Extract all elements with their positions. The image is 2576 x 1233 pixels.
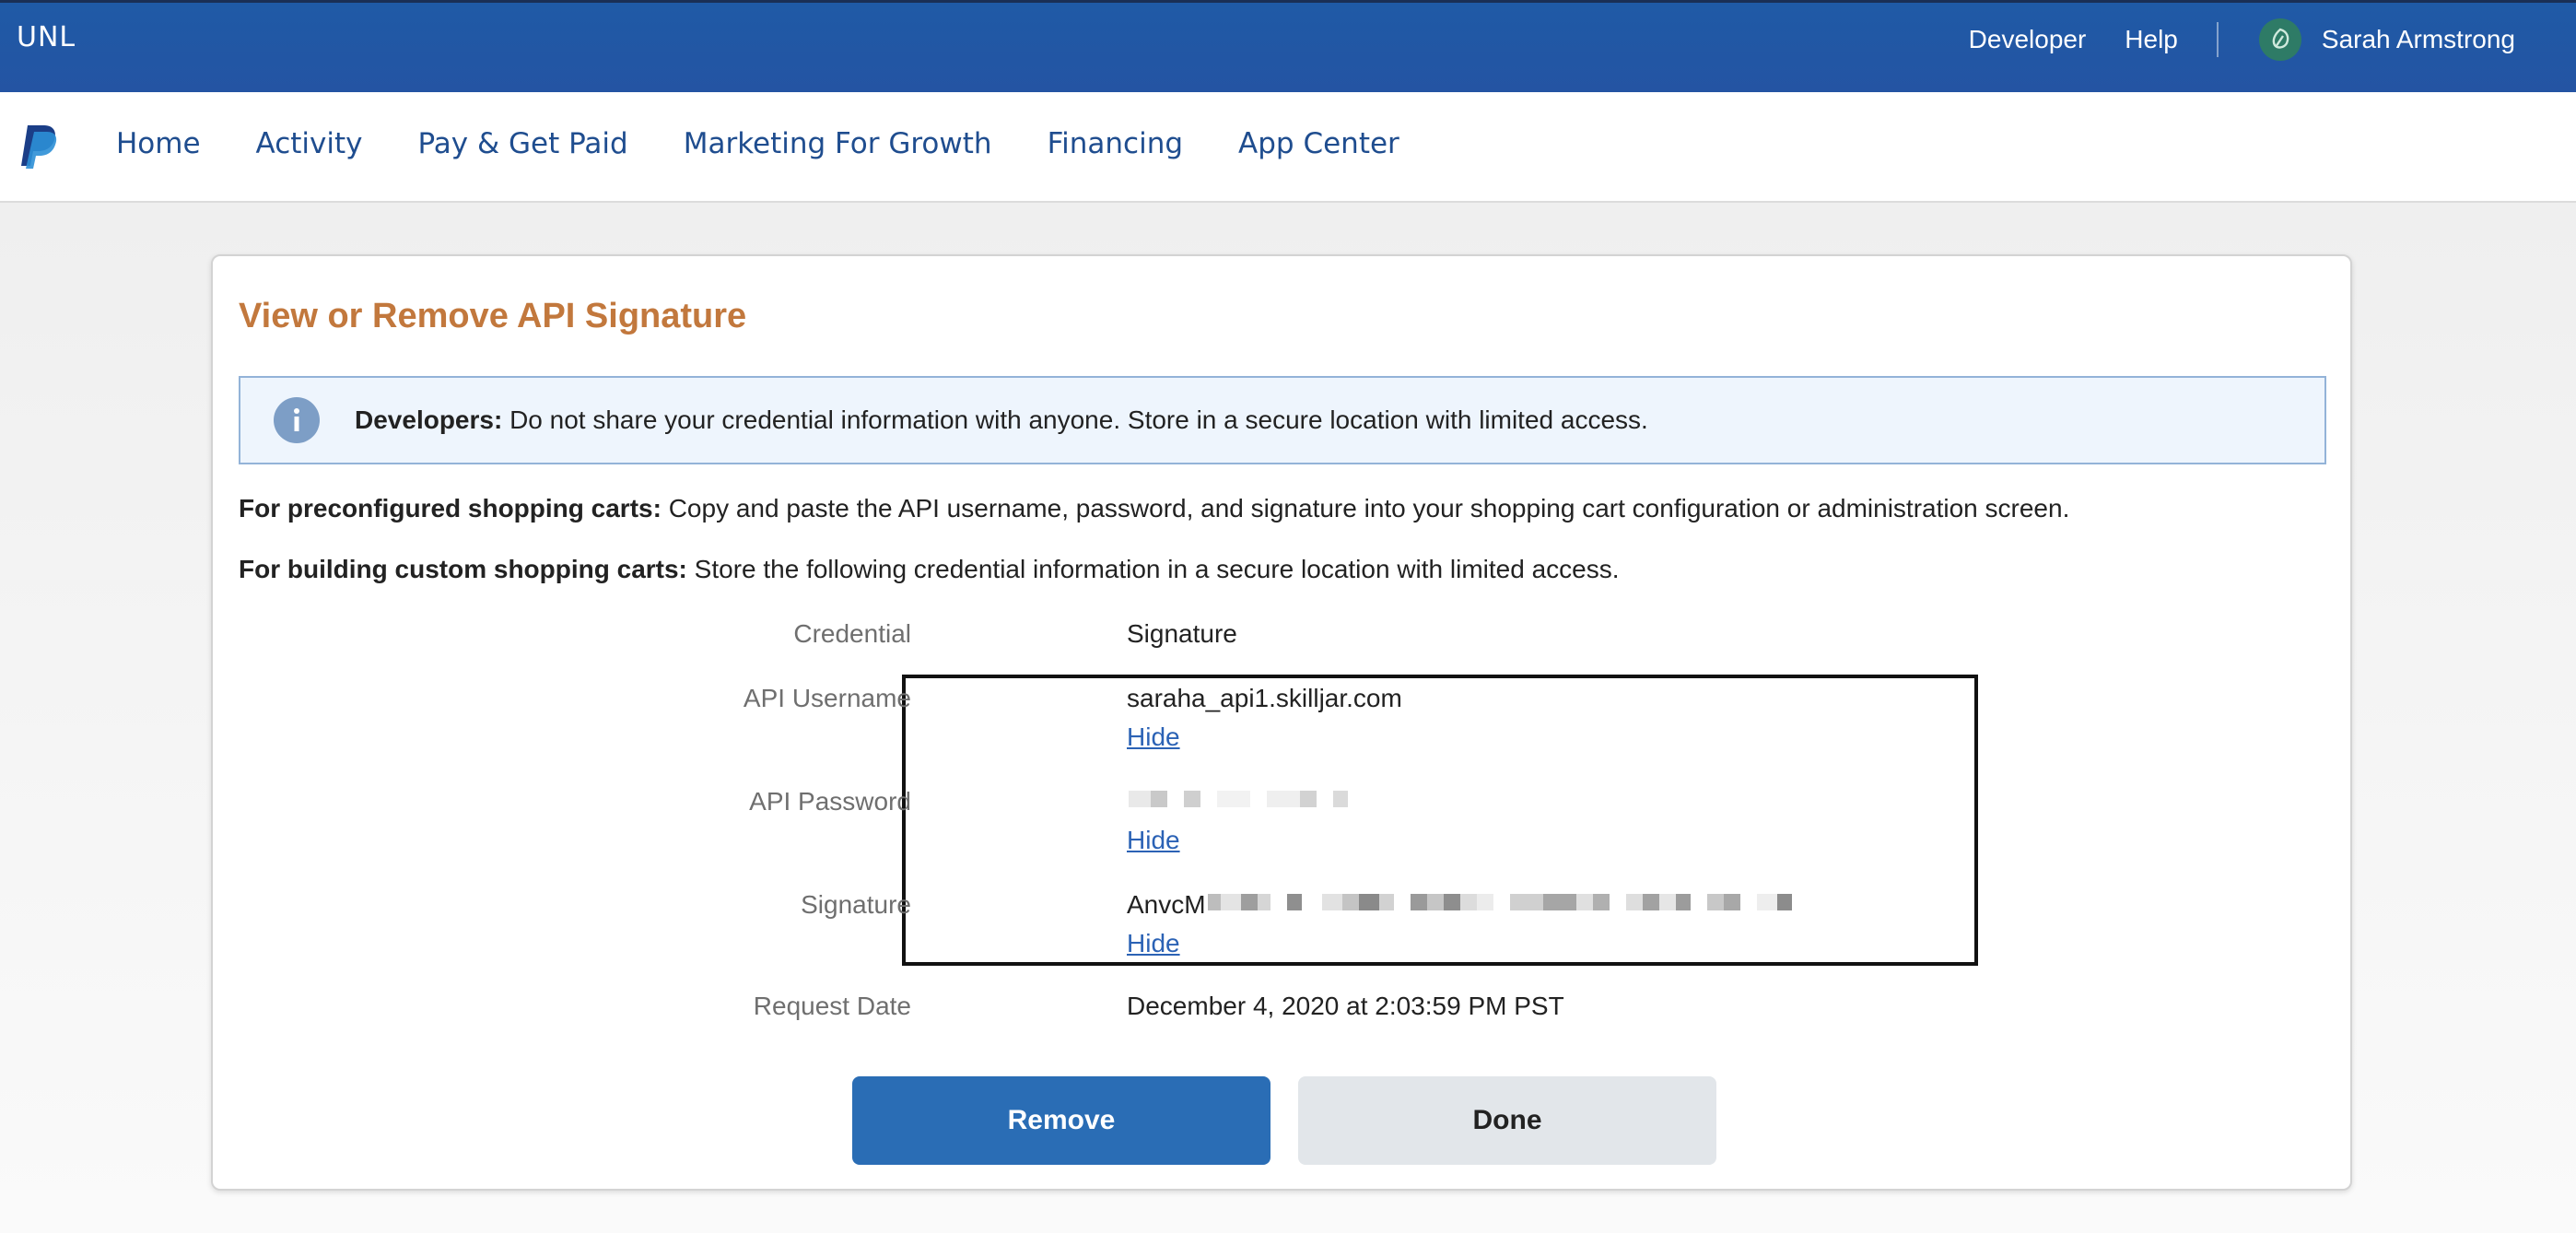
- developer-link[interactable]: Developer: [1969, 25, 2087, 54]
- nav-item-financing[interactable]: Financing: [1048, 127, 1183, 160]
- top-bar: UNL Developer Help Sarah Armstrong: [0, 0, 2576, 92]
- nav-item-home[interactable]: Home: [116, 127, 201, 160]
- hide-password-link[interactable]: Hide: [1127, 826, 1180, 855]
- nav-item-activity[interactable]: Activity: [256, 127, 363, 160]
- credential-value: Signature: [1127, 619, 1237, 648]
- credentials-highlight-box: [902, 675, 1978, 966]
- developer-notice: Developers: Do not share your credential…: [239, 376, 2326, 464]
- page-title: View or Remove API Signature: [239, 297, 747, 335]
- signature-label: Signature: [801, 890, 911, 919]
- api-password-label: API Password: [749, 787, 911, 816]
- custom-instructions: For building custom shopping carts: Stor…: [239, 555, 1620, 583]
- preconfigured-instructions: For preconfigured shopping carts: Copy a…: [239, 494, 2070, 523]
- brand-name: UNL: [17, 21, 76, 53]
- signature-value: AnvcM: [1127, 890, 1206, 919]
- api-username-label: API Username: [743, 684, 911, 712]
- done-button[interactable]: Done: [1298, 1076, 1716, 1165]
- nav-items: Home Activity Pay & Get Paid Marketing F…: [116, 127, 1455, 160]
- hide-username-link[interactable]: Hide: [1127, 722, 1180, 752]
- signature-masked-value: [1208, 892, 1792, 912]
- notice-text: Developers: Do not share your credential…: [355, 405, 1648, 434]
- nav-item-marketing[interactable]: Marketing For Growth: [684, 127, 992, 160]
- request-date-label: Request Date: [753, 992, 911, 1020]
- nav-item-pay-get-paid[interactable]: Pay & Get Paid: [417, 127, 627, 160]
- credential-label: Credential: [793, 619, 911, 648]
- api-password-masked-value: [1129, 789, 1348, 809]
- api-signature-card: View or Remove API Signature Developers:…: [211, 254, 2352, 1191]
- request-date-value: December 4, 2020 at 2:03:59 PM PST: [1127, 992, 1564, 1020]
- user-name[interactable]: Sarah Armstrong: [2322, 25, 2515, 54]
- help-link[interactable]: Help: [2125, 25, 2178, 54]
- nav-item-app-center[interactable]: App Center: [1238, 127, 1399, 160]
- paypal-logo-icon[interactable]: [18, 123, 61, 170]
- info-icon: [274, 397, 320, 443]
- divider: [2216, 22, 2219, 57]
- hide-signature-link[interactable]: Hide: [1127, 929, 1180, 958]
- api-username-value: saraha_api1.skilljar.com: [1127, 684, 1402, 712]
- top-links: Developer Help Sarah Armstrong: [1930, 18, 2515, 61]
- remove-button[interactable]: Remove: [852, 1076, 1270, 1165]
- leaf-avatar-icon[interactable]: [2258, 18, 2301, 61]
- main-nav: Home Activity Pay & Get Paid Marketing F…: [0, 92, 2576, 203]
